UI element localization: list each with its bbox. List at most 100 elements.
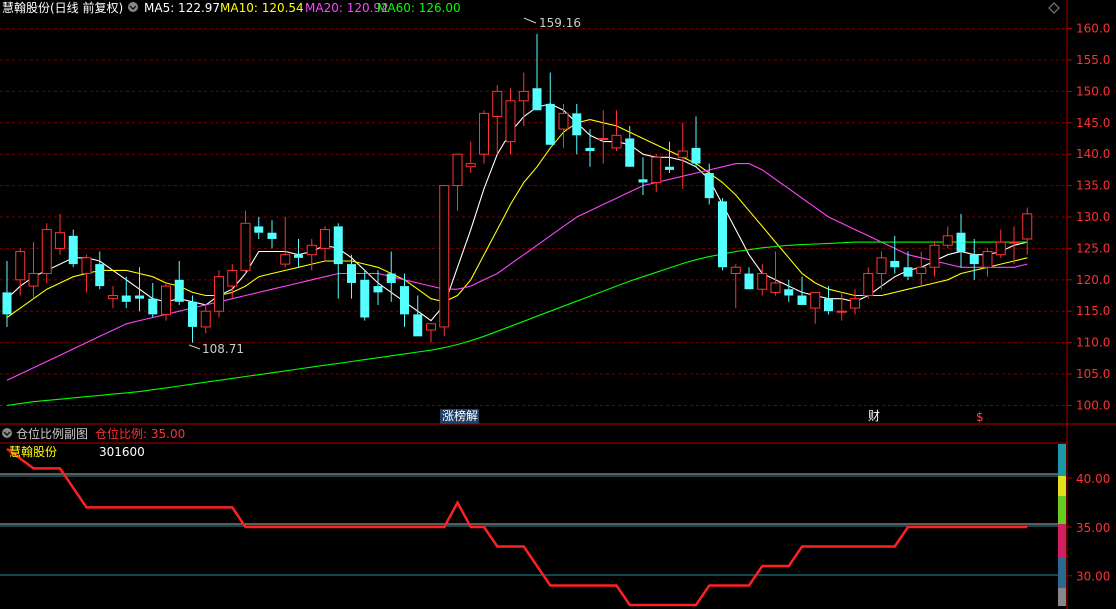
candle bbox=[651, 154, 662, 192]
candle bbox=[373, 270, 383, 305]
candle-body bbox=[824, 298, 833, 312]
candle bbox=[95, 251, 105, 290]
event-tag-zhangbangjie[interactable]: 涨榜解 bbox=[440, 408, 479, 424]
candle-body bbox=[68, 235, 78, 265]
main-y-axis: 100.0 105.0 110.0 115.0 120.0 125.0 130.0 135.0… bbox=[1067, 22, 1110, 412]
candle-body bbox=[545, 103, 555, 145]
candle-body bbox=[465, 163, 476, 168]
candle bbox=[492, 85, 503, 155]
candle bbox=[942, 226, 953, 249]
position-ratio-series bbox=[6, 447, 1028, 607]
candle-body bbox=[386, 273, 396, 283]
candle-body bbox=[121, 295, 131, 302]
candle-body bbox=[532, 88, 542, 111]
candle bbox=[108, 286, 118, 309]
candle-body bbox=[1009, 241, 1019, 244]
candle-body bbox=[665, 166, 674, 170]
candle bbox=[518, 72, 529, 126]
candle-body bbox=[452, 153, 463, 187]
candle-body bbox=[333, 226, 343, 265]
candle bbox=[280, 217, 291, 268]
y-tick-label: 160.0 bbox=[1076, 22, 1110, 36]
candle-body bbox=[214, 276, 224, 312]
event-tag-zhangbangjie-label: 涨榜解 bbox=[442, 408, 478, 423]
candle bbox=[81, 254, 92, 293]
candle bbox=[505, 88, 516, 155]
y-tick-label: 145.0 bbox=[1076, 116, 1110, 130]
y-tick-label: 155.0 bbox=[1076, 53, 1110, 67]
candle bbox=[558, 103, 569, 148]
position-ratio-line bbox=[6, 447, 1028, 607]
high-annotation: 159.16 bbox=[523, 16, 581, 30]
main-title[interactable]: 慧翰股份(日线 前复权) bbox=[2, 0, 123, 15]
candle-body bbox=[306, 244, 317, 256]
candle bbox=[929, 242, 940, 277]
ma-line-ma10 bbox=[6, 119, 1028, 318]
candle bbox=[413, 295, 423, 337]
candle-body bbox=[797, 295, 807, 305]
candle-body bbox=[704, 173, 714, 199]
chevron-down-icon[interactable] bbox=[128, 2, 138, 12]
candle bbox=[267, 220, 277, 249]
candle bbox=[41, 223, 52, 283]
ma60-label: MA60: 126.00 bbox=[377, 1, 461, 15]
candle bbox=[333, 223, 343, 299]
candle-body bbox=[585, 147, 595, 152]
y-tick-label: 115.0 bbox=[1076, 304, 1110, 318]
candle-body bbox=[81, 257, 92, 275]
candle bbox=[982, 248, 993, 277]
candle bbox=[68, 229, 78, 268]
candle bbox=[188, 295, 197, 343]
y-tick-label: 135.0 bbox=[1076, 179, 1110, 193]
sub-y-axis: 30.00 35.00 40.00 bbox=[1067, 472, 1110, 584]
event-tag-cai[interactable]: 财 bbox=[868, 409, 880, 423]
candle-body bbox=[267, 232, 277, 239]
y-tick-label: 125.0 bbox=[1076, 241, 1110, 255]
candle-body bbox=[1022, 213, 1033, 240]
diamond-icon[interactable] bbox=[1048, 2, 1060, 14]
low-label: 108.71 bbox=[202, 342, 244, 356]
candle bbox=[625, 125, 635, 167]
candle-body bbox=[479, 112, 489, 155]
candle-body bbox=[413, 314, 423, 337]
color-scale-bar bbox=[1058, 444, 1066, 606]
candle-body bbox=[558, 112, 569, 130]
candle-body bbox=[956, 232, 966, 252]
y-tick-label: 130.0 bbox=[1076, 210, 1110, 224]
candle-body bbox=[28, 273, 39, 287]
candle bbox=[744, 267, 754, 290]
chevron-down-icon[interactable] bbox=[2, 428, 12, 438]
sub-grid bbox=[0, 473, 1058, 576]
candle bbox=[294, 238, 303, 268]
candle bbox=[691, 116, 701, 167]
moving-average-lines bbox=[6, 103, 1028, 406]
candle-body bbox=[200, 310, 211, 328]
event-tag-dollar[interactable]: $ bbox=[976, 410, 984, 424]
candle-body bbox=[995, 241, 1006, 256]
candle bbox=[863, 267, 874, 299]
candle bbox=[426, 323, 436, 343]
candle-body bbox=[492, 90, 503, 117]
candle-body bbox=[41, 229, 52, 275]
main-header: 慧翰股份(日线 前复权) MA5: 122.97 MA10: 120.54 MA… bbox=[2, 0, 461, 15]
candle bbox=[320, 226, 330, 261]
candle bbox=[1009, 226, 1019, 265]
candle bbox=[810, 291, 821, 324]
candle-body bbox=[784, 289, 794, 296]
candle bbox=[638, 157, 648, 196]
sub-y-tick-label: 40.00 bbox=[1076, 472, 1110, 486]
candle-body bbox=[148, 298, 158, 315]
candle-body bbox=[810, 291, 821, 309]
candle-body bbox=[426, 323, 436, 331]
candlestick-series bbox=[2, 33, 1033, 343]
candle-body bbox=[572, 113, 582, 136]
candle bbox=[730, 264, 741, 309]
candle-body bbox=[730, 266, 741, 275]
candle-body bbox=[611, 134, 622, 149]
candle-body bbox=[400, 286, 409, 315]
ma-line-ma5 bbox=[6, 103, 1028, 322]
candle bbox=[360, 270, 370, 321]
candle bbox=[214, 270, 224, 318]
candle bbox=[995, 229, 1006, 258]
sub-title[interactable]: 仓位比例副图 bbox=[16, 426, 88, 441]
